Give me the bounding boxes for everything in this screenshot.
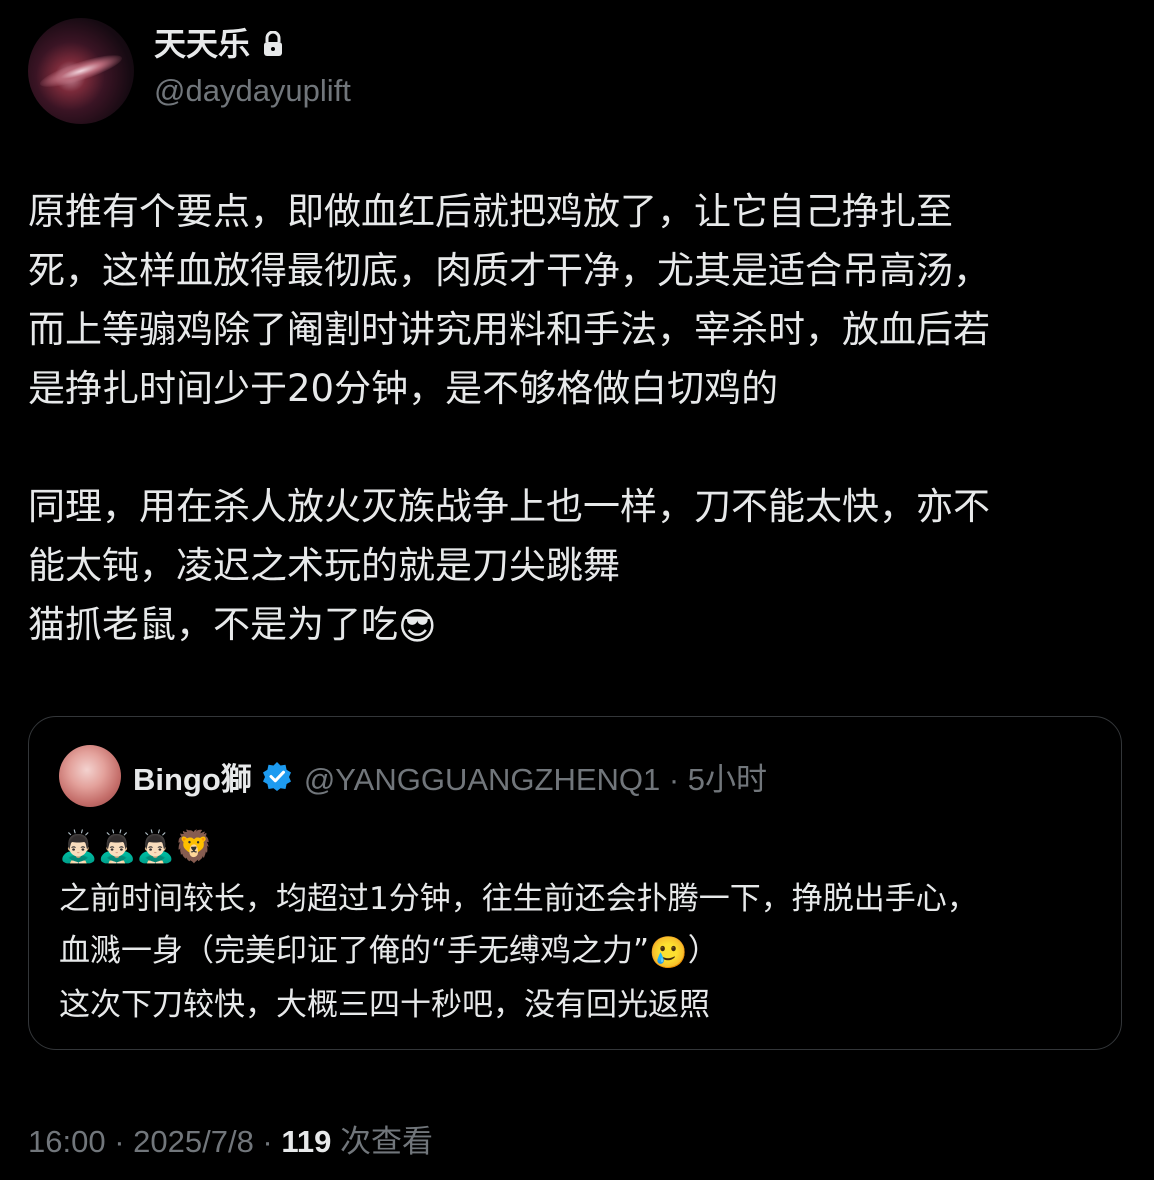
tweet-time[interactable]: 16:00 — [28, 1124, 106, 1159]
quoted-tweet-body: 🙇🏻‍♂️🙇🏻‍♂️🙇🏻‍♂️🦁 之前时间较长，均超过1分钟，往生前还会扑腾一下… — [59, 821, 1109, 1031]
tearful-smile-emoji-icon: 🥲 — [649, 934, 688, 971]
quoted-tweet-card[interactable]: Bingo獅 @YANGGUANGZHENQ1 · 5小时 🙇🏻‍♂️🙇🏻‍♂️… — [28, 716, 1122, 1050]
author-handle[interactable]: @daydayuplift — [154, 70, 351, 112]
lock-icon — [264, 31, 283, 56]
display-name-row: 天天乐 — [154, 22, 351, 66]
author-names: 天天乐 @daydayuplift — [154, 22, 351, 112]
tweet-paragraph-1: 原推有个要点，即做血红后就把鸡放了，让它自己挣扎至 死，这样血放得最彻底，肉质才… — [28, 190, 990, 410]
tweet-body: 原推有个要点，即做血红后就把鸡放了，让它自己挣扎至 死，这样血放得最彻底，肉质才… — [28, 182, 1128, 656]
quoted-author-handle-time[interactable]: @YANGGUANGZHENQ1 · 5小时 — [304, 754, 767, 799]
quoted-tweet-header: Bingo獅 @YANGGUANGZHENQ1 · 5小时 — [59, 745, 767, 807]
quoted-line-2a: 血溅一身（完美印证了俺的“手无缚鸡之力” — [59, 933, 650, 969]
tweet-paragraph-3: 猫抓老鼠，不是为了吃 — [28, 603, 398, 646]
quoted-line-3: 这次下刀较快，大概三四十秒吧，没有回光返照 — [59, 986, 710, 1023]
author-display-name[interactable]: 天天乐 — [154, 22, 250, 66]
quoted-line-2b: ） — [687, 933, 719, 969]
quoted-author-avatar[interactable] — [59, 745, 121, 807]
tweet-footer: 16:00 · 2025/7/8 · 119 次查看 — [28, 1120, 433, 1164]
views-label[interactable]: 次查看 — [331, 1124, 433, 1159]
tweet-paragraph-2: 同理，用在杀人放火灭族战争上也一样，刀不能太快，亦不 能太钝，凌迟之术玩的就是刀… — [28, 485, 990, 587]
quoted-emoji-line: 🙇🏻‍♂️🙇🏻‍♂️🙇🏻‍♂️🦁 — [59, 829, 214, 865]
footer-separator: · — [105, 1124, 134, 1159]
quoted-author-display-name[interactable]: Bingo獅 — [133, 754, 252, 799]
verified-badge-icon — [262, 762, 291, 791]
views-count[interactable]: 119 — [281, 1124, 331, 1159]
author-header: 天天乐 @daydayuplift — [28, 18, 351, 124]
tweet-date[interactable]: 2025/7/8 — [133, 1124, 254, 1159]
galaxy-avatar-image — [37, 49, 125, 93]
author-avatar[interactable] — [28, 18, 134, 124]
sunglasses-emoji-icon: 😎 — [398, 605, 437, 648]
quoted-line-1: 之前时间较长，均超过1分钟，往生前还会扑腾一下，挣脱出手心， — [59, 881, 978, 917]
footer-separator: · — [253, 1124, 282, 1159]
